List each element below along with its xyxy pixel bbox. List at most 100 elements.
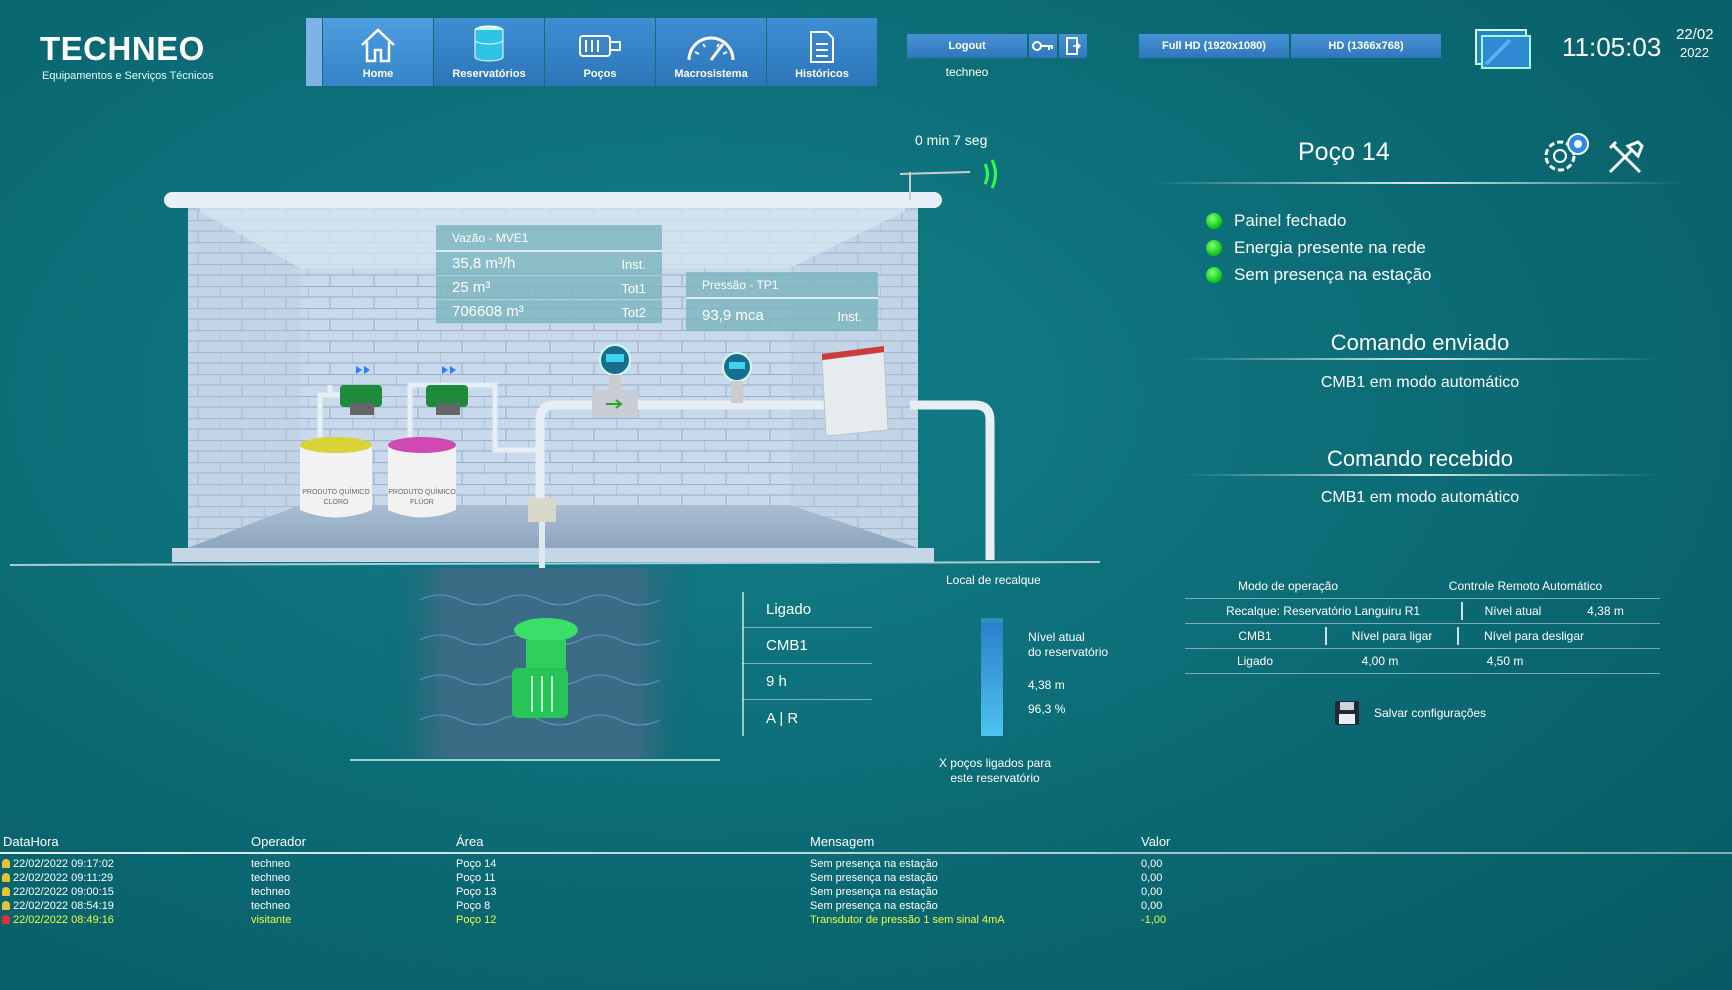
nav-reservatorios[interactable]: Reservatórios	[434, 18, 544, 86]
col-mensagem: Mensagem	[810, 834, 875, 849]
alarm-row[interactable]: 22/02/2022 09:00:15 techneo Poço 13 Sem …	[0, 886, 1732, 900]
svg-text:CLORO: CLORO	[324, 499, 349, 506]
save-settings-button[interactable]: Salvar configurações	[1334, 700, 1486, 726]
svg-text:PRODUTO QUÍMICO: PRODUTO QUÍMICO	[388, 487, 456, 496]
pump-info-list: Ligado CMB1 9 h A | R	[742, 592, 872, 736]
nav-macrosistema[interactable]: Macrosistema	[656, 18, 766, 86]
alarm-valor: 0,00	[1141, 872, 1163, 884]
pump-icon	[579, 35, 621, 57]
alarm-header-divider	[0, 852, 1732, 854]
title-divider	[1150, 182, 1684, 184]
operation-table: Modo de operação Controle Remoto Automát…	[1185, 574, 1660, 674]
alarm-area: Poço 8	[456, 900, 491, 912]
discharge-location-label: Local de recalque	[946, 573, 1041, 587]
nav-pocos[interactable]: Poços	[545, 18, 655, 86]
pump-hours: 9 h	[742, 664, 872, 700]
col-valor: Valor	[1141, 834, 1171, 849]
nav-label: Poços	[583, 68, 617, 80]
bell-icon	[2, 887, 10, 896]
flow-panel-title: Vazão - MVE1	[436, 225, 662, 252]
alarm-valor: 0,00	[1141, 900, 1163, 912]
wells-on-label: X poços ligados para este reservatório	[920, 756, 1070, 786]
col-datahora: DataHora	[3, 834, 59, 849]
turn-on-level-input[interactable]: 4,00 m	[1325, 654, 1435, 668]
alarm-area: Poço 14	[456, 858, 497, 870]
command-received-title: Comando recebido	[1327, 446, 1513, 471]
save-settings-label: Salvar configurações	[1374, 706, 1487, 720]
turn-off-level-input[interactable]: 4,50 m	[1435, 654, 1575, 668]
pressure-unit: Inst.	[837, 309, 862, 324]
alarm-area: Poço 13	[456, 886, 497, 898]
alarm-datahora: 22/02/2022 09:17:02	[13, 858, 114, 870]
floppy-disk-icon	[1335, 701, 1359, 725]
nav-label: Reservatórios	[452, 68, 526, 80]
status-text: Energia presente na rede	[1234, 238, 1426, 257]
pressure-panel-tp1: Pressão - TP1 93,9 mca Inst.	[686, 272, 878, 332]
key-button[interactable]	[1029, 34, 1057, 58]
alarm-row[interactable]: 22/02/2022 08:54:19 techneo Poço 8 Sem p…	[0, 900, 1732, 914]
electrical-panel	[821, 346, 889, 437]
mode-value: Controle Remoto Automático	[1448, 579, 1603, 593]
status-item: Sem presença na estação	[1206, 265, 1432, 285]
alarm-datahora: 22/02/2022 08:54:19	[13, 900, 114, 912]
status-led-icon	[1206, 267, 1222, 283]
status-led-icon	[1206, 240, 1222, 256]
status-text: Sem presença na estação	[1234, 265, 1432, 284]
alarm-datahora: 22/02/2022 09:11:29	[13, 872, 114, 884]
home-icon	[361, 28, 395, 63]
svg-text:FLÚOR: FLÚOR	[410, 497, 434, 506]
key-icon	[1032, 41, 1053, 51]
alarm-mensagem: Transdutor de pressão 1 sem sinal 4mA	[810, 914, 1005, 926]
bell-icon	[2, 859, 10, 868]
alarm-valor: -1,00	[1141, 914, 1167, 926]
pump-state-cell[interactable]: Ligado	[1185, 654, 1325, 668]
nav-home[interactable]: Home	[323, 18, 433, 86]
turn-off-level-label: Nível para desligar	[1483, 629, 1585, 643]
resolution-hd-button[interactable]: HD (1366x768)	[1291, 34, 1441, 58]
mode-label: Modo de operação	[1237, 579, 1339, 593]
tools-icon[interactable]	[1606, 138, 1646, 181]
settings-gear-icon[interactable]	[1540, 130, 1594, 181]
wells-on-label-2: este reservatório	[950, 771, 1040, 785]
command-received-divider	[1180, 474, 1660, 476]
alarm-mensagem: Sem presença na estação	[810, 900, 938, 912]
reservoir-level-meters: 4,38 m	[1028, 678, 1065, 692]
nav-historicos[interactable]: Históricos	[767, 18, 877, 86]
resolution-fullhd-button[interactable]: Full HD (1920x1080)	[1139, 34, 1289, 58]
alarm-valor: 0,00	[1141, 858, 1163, 870]
table-row: Modo de operação Controle Remoto Automát…	[1185, 574, 1660, 599]
pump-state: Ligado	[742, 592, 872, 628]
comm-timer: 0 min 7 seg	[915, 132, 988, 148]
chemical-drum-chlorine: PRODUTO QUÍMICO CLORO	[300, 437, 372, 518]
pressure-panel-title: Pressão - TP1	[686, 272, 878, 299]
svg-text:PRODUTO QUÍMICO: PRODUTO QUÍMICO	[302, 487, 370, 496]
exit-door-icon	[1066, 37, 1081, 55]
pump-mode: A | R	[766, 709, 799, 727]
exit-button[interactable]	[1059, 34, 1087, 58]
reservoir-icon	[474, 25, 504, 62]
col-operador: Operador	[251, 834, 306, 849]
well-title: Poço 14	[1298, 138, 1390, 166]
reservoir-level-label-1: Nível atual	[1028, 630, 1085, 644]
flow-row: 706608 m³ Tot2	[436, 300, 662, 324]
alarm-row[interactable]: 22/02/2022 09:11:29 techneo Poço 11 Sem …	[0, 872, 1732, 886]
pressure-row: 93,9 mca Inst.	[686, 299, 878, 332]
table-row: CMB1 Nível para ligar Nível para desliga…	[1185, 624, 1660, 649]
main-nav: Home Reservatórios Poços Macrosistema Hi…	[306, 18, 877, 86]
flow-unit: Tot1	[621, 281, 646, 296]
alarm-row[interactable]: 22/02/2022 08:49:16 visitante Poço 12 Tr…	[0, 914, 1732, 928]
flow-panel-mve1: Vazão - MVE1 35,8 m³/h Inst. 25 m³ Tot1 70…	[436, 225, 662, 324]
table-row: Ligado 4,00 m 4,50 m	[1185, 649, 1660, 674]
flow-value: 25 m³	[452, 279, 491, 296]
turn-on-level-label: Nível para ligar	[1351, 629, 1433, 643]
command-sent-title: Comando enviado	[1330, 330, 1510, 355]
fullscreen-icon[interactable]	[1474, 28, 1532, 75]
logout-button[interactable]: Logout	[907, 34, 1027, 58]
document-icon	[810, 31, 834, 63]
status-item: Energia presente na rede	[1206, 238, 1426, 258]
alarm-row[interactable]: 22/02/2022 09:17:02 techneo Poço 14 Sem …	[0, 858, 1732, 872]
alarm-mensagem: Sem presença na estação	[810, 872, 938, 884]
nav-stripe	[306, 18, 322, 86]
alarm-operador: techneo	[251, 886, 291, 898]
nav-label: Macrosistema	[674, 68, 748, 80]
